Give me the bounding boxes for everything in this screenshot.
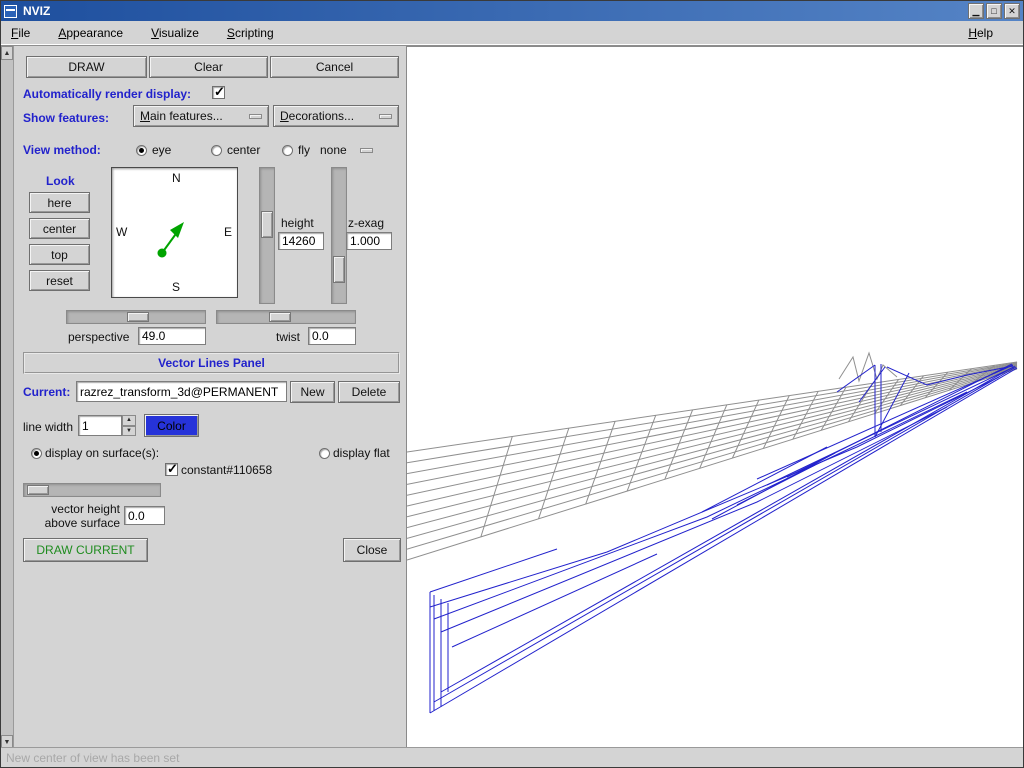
menu-file[interactable]: File (7, 23, 40, 43)
vector-height-input[interactable]: 0.0 (124, 506, 165, 525)
window-title: NVIZ (23, 4, 966, 18)
minimize-button[interactable]: ▁ (968, 3, 984, 19)
twist-input[interactable]: 0.0 (308, 327, 356, 345)
perspective-slider-handle[interactable] (127, 312, 149, 322)
titlebar[interactable]: NVIZ ▁ □ ✕ (1, 1, 1023, 21)
perspective-label: perspective (68, 330, 129, 344)
auto-render-checkbox[interactable] (212, 86, 225, 99)
position-compass[interactable]: N S W E (111, 167, 238, 298)
compass-south-label: S (172, 280, 180, 294)
vector-height-slider[interactable] (23, 483, 161, 497)
look-center-button[interactable]: center (29, 218, 90, 239)
look-label: Look (46, 174, 75, 188)
color-button[interactable]: Color (144, 414, 199, 437)
height-slider[interactable] (259, 167, 275, 304)
spin-down-icon[interactable]: ▼ (122, 426, 136, 437)
vector-lines-panel-frame: Vector Lines Panel (23, 352, 400, 374)
current-label: Current: (23, 385, 70, 399)
perspective-input[interactable]: 49.0 (138, 327, 206, 345)
twist-slider-handle[interactable] (269, 312, 291, 322)
scrollbar-up-icon[interactable]: ▲ (1, 46, 13, 60)
look-top-button[interactable]: top (29, 244, 90, 265)
status-message: New center of view has been set (6, 751, 179, 765)
close-button-panel[interactable]: Close (343, 538, 401, 562)
menu-scripting[interactable]: Scripting (223, 23, 284, 43)
view-eye-label: eye (152, 143, 171, 157)
compass-west-label: W (116, 225, 127, 239)
control-panel: DRAW Clear Cancel Automatically render d… (14, 46, 406, 749)
view-direction-arrow-icon (112, 168, 237, 297)
draw-current-button[interactable]: DRAW CURRENT (23, 538, 148, 562)
zexag-label: z-exag (348, 216, 384, 230)
height-label: height (281, 216, 314, 230)
twist-slider[interactable] (216, 310, 356, 324)
vector-height-label: vector height above surface (28, 502, 120, 530)
line-width-stepper[interactable]: ▲ ▼ (122, 415, 136, 436)
draw-button[interactable]: DRAW (26, 56, 147, 78)
constant-surface-checkbox[interactable] (165, 463, 178, 476)
menu-indicator-icon (379, 114, 392, 119)
view-eye-radio[interactable] (136, 145, 147, 156)
menu-indicator-icon (249, 114, 262, 119)
fly-mode-label: none (320, 143, 347, 157)
spin-up-icon[interactable]: ▲ (122, 415, 136, 426)
main-area: ▲ ▼ DRAW Clear Cancel Automatically rend… (1, 46, 1024, 749)
height-slider-handle[interactable] (261, 211, 273, 238)
twist-label: twist (276, 330, 300, 344)
statusbar: New center of view has been set (1, 747, 1024, 767)
zexag-slider[interactable] (331, 167, 347, 304)
view-method-label: View method: (23, 143, 101, 157)
new-button[interactable]: New (290, 381, 335, 403)
current-vector-input[interactable]: razrez_transform_3d@PERMANENT (76, 381, 287, 402)
menu-help[interactable]: Help (964, 23, 1003, 43)
maximize-button[interactable]: □ (986, 3, 1002, 19)
decorations-menubutton[interactable]: Decorations... (273, 105, 399, 127)
menu-appearance[interactable]: Appearance (54, 23, 133, 43)
line-width-input[interactable]: 1 (78, 415, 122, 436)
height-input[interactable]: 14260 (278, 232, 324, 250)
window-icon (4, 5, 17, 18)
view-fly-radio[interactable] (282, 145, 293, 156)
auto-render-label: Automatically render display: (23, 87, 191, 101)
nviz-window: NVIZ ▁ □ ✕ File Appearance Visualize Scr… (0, 0, 1024, 768)
display-flat-label: display flat (333, 446, 390, 460)
cancel-button[interactable]: Cancel (270, 56, 399, 78)
perspective-slider[interactable] (66, 310, 206, 324)
zexag-input[interactable]: 1.000 (346, 232, 392, 250)
look-here-button[interactable]: here (29, 192, 90, 213)
look-reset-button[interactable]: reset (29, 270, 90, 291)
menubar: File Appearance Visualize Scripting Help (1, 21, 1023, 46)
vector-lines-panel-title: Vector Lines Panel (158, 356, 265, 370)
display-surface-radio[interactable] (31, 448, 42, 459)
view-fly-label: fly (298, 143, 310, 157)
display-surface-label: display on surface(s): (45, 446, 159, 460)
main-features-menubutton[interactable]: Main features... (133, 105, 269, 127)
view-center-radio[interactable] (211, 145, 222, 156)
zexag-slider-handle[interactable] (333, 256, 345, 283)
clear-button[interactable]: Clear (149, 56, 268, 78)
show-features-label: Show features: (23, 111, 109, 125)
panel-scrollbar[interactable]: ▲ ▼ (1, 46, 14, 749)
vector-height-slider-handle[interactable] (27, 485, 49, 495)
terrain-wireframe (407, 47, 1024, 748)
delete-button[interactable]: Delete (338, 381, 400, 403)
display-flat-radio[interactable] (319, 448, 330, 459)
compass-north-label: N (172, 171, 181, 185)
decorations-label: Decorations... (280, 109, 354, 123)
line-width-label: line width (23, 420, 73, 434)
fly-mode-menu-icon[interactable] (360, 148, 373, 153)
render-canvas[interactable] (406, 46, 1024, 749)
constant-surface-label: constant#110658 (181, 463, 272, 477)
menu-visualize[interactable]: Visualize (147, 23, 209, 43)
view-center-label: center (227, 143, 260, 157)
compass-east-label: E (224, 225, 232, 239)
main-features-label: Main features... (140, 109, 223, 123)
close-button[interactable]: ✕ (1004, 3, 1020, 19)
